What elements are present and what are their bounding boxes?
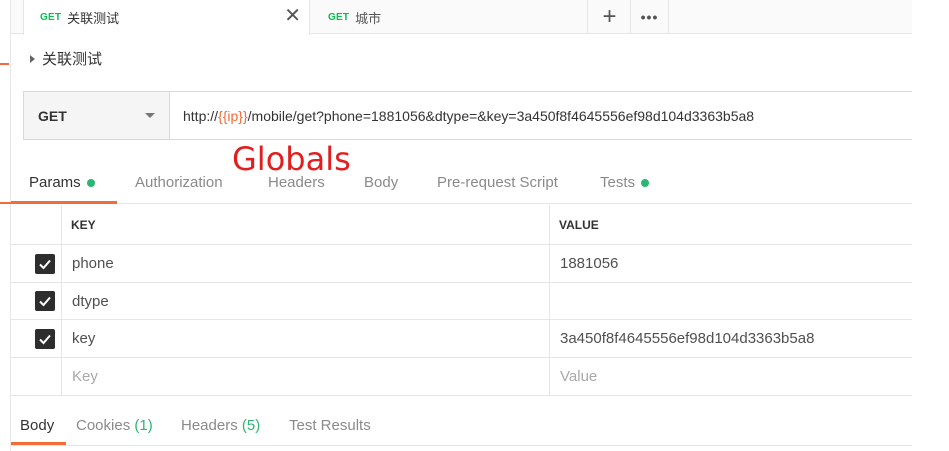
check-icon [39, 334, 51, 344]
tab-label: Headers [268, 174, 325, 191]
param-checkbox[interactable] [35, 328, 55, 349]
tab-pre-request-script[interactable]: Pre-request Script [437, 174, 558, 191]
params-table: KEY VALUE phone 1881056 dtype key 3a450f… [11, 205, 912, 396]
tab-label: Params [29, 174, 81, 191]
param-value-field[interactable]: 3a450f8f4645556ef98d104d3363b5a8 [550, 320, 912, 357]
active-tab-indicator [11, 442, 66, 445]
url-bar: GET http://{{ip}}/mobile/get?phone=18810… [23, 91, 912, 140]
url-prefix: http:// [183, 107, 219, 124]
value-column-header: VALUE [559, 217, 599, 232]
tab-response-body[interactable]: Body [20, 417, 54, 434]
tab-label: Headers [181, 417, 238, 434]
left-panel-edge [0, 0, 11, 451]
status-dot [641, 178, 650, 187]
more-options-icon[interactable]: ••• [631, 0, 669, 34]
tab-label: Body [20, 417, 55, 434]
request-name: 关联测试 [42, 51, 103, 68]
close-icon[interactable]: ✕ [284, 6, 301, 26]
url-input[interactable]: http://{{ip}}/mobile/get?phone=1881056&d… [170, 92, 912, 139]
postman-window: GET 关联测试 ✕ GET 城市 + ••• 关联测试 GET http://… [0, 0, 912, 451]
chevron-down-icon [145, 113, 155, 118]
tab-label: Pre-request Script [437, 174, 558, 191]
tab-tests[interactable]: Tests [600, 174, 650, 191]
left-panel-accent [0, 202, 11, 204]
active-tab-indicator [11, 201, 117, 204]
param-checkbox[interactable] [35, 291, 55, 311]
new-key-input[interactable]: Key [62, 358, 550, 395]
new-tab-button[interactable]: + [589, 0, 631, 34]
check-icon [39, 259, 51, 269]
tab-label: Tests [600, 174, 636, 191]
table-header-row: KEY VALUE [11, 205, 912, 245]
request-tab-active[interactable]: GET 关联测试 ✕ [23, 0, 310, 35]
param-key-field[interactable]: dtype [62, 283, 550, 319]
tab-authorization[interactable]: Authorization [135, 174, 223, 191]
table-row: key 3a450f8f4645556ef98d104d3363b5a8 [11, 320, 912, 358]
new-value-input[interactable]: Value [550, 358, 912, 395]
tab-cookies[interactable]: Cookies (1) [76, 417, 153, 434]
url-variable: {{ip}} [218, 107, 248, 124]
method-badge: GET [40, 12, 62, 23]
tab-title: 城市 [355, 10, 382, 26]
table-row: phone 1881056 [11, 245, 912, 283]
method-badge: GET [328, 11, 350, 23]
tab-params[interactable]: Params [29, 174, 95, 191]
request-tab[interactable]: GET 城市 [312, 0, 588, 34]
table-row-new: Key Value [11, 358, 912, 396]
tab-response-headers[interactable]: Headers (5) [181, 417, 260, 434]
tab-label: Body [364, 174, 399, 191]
param-checkbox[interactable] [35, 253, 55, 274]
status-dot [86, 178, 95, 187]
request-tabs: Params Authorization Headers Body Pre-re… [11, 166, 912, 204]
url-suffix: /mobile/get?phone=1881056&dtype=&key=3a4… [247, 107, 755, 124]
request-name-toggle[interactable]: 关联测试 [30, 48, 102, 69]
tab-label: Authorization [135, 174, 223, 191]
key-column-header: KEY [62, 205, 550, 244]
tab-headers[interactable]: Headers [268, 174, 325, 191]
headers-count: (5) [241, 417, 261, 434]
param-value-field[interactable]: 1881056 [550, 245, 912, 282]
table-row: dtype [11, 283, 912, 320]
param-key-field[interactable]: key [62, 320, 550, 357]
response-tabs: Body Cookies (1) Headers (5) Test Result… [11, 406, 912, 446]
param-value-field[interactable] [550, 283, 912, 319]
method-value: GET [38, 107, 67, 124]
tab-label: Test Results [289, 417, 371, 434]
tab-body[interactable]: Body [364, 174, 398, 191]
tab-test-results[interactable]: Test Results [289, 417, 371, 434]
caret-right-icon [30, 54, 35, 63]
request-tab-bar: GET 关联测试 ✕ GET 城市 + ••• [11, 0, 912, 35]
tab-title: 关联测试 [67, 11, 120, 26]
left-panel-accent [0, 63, 9, 65]
param-key-field[interactable]: phone [62, 245, 550, 282]
cookies-count: (1) [134, 417, 153, 434]
method-select[interactable]: GET [24, 92, 170, 139]
tab-label: Cookies [76, 417, 131, 434]
check-icon [39, 296, 51, 307]
